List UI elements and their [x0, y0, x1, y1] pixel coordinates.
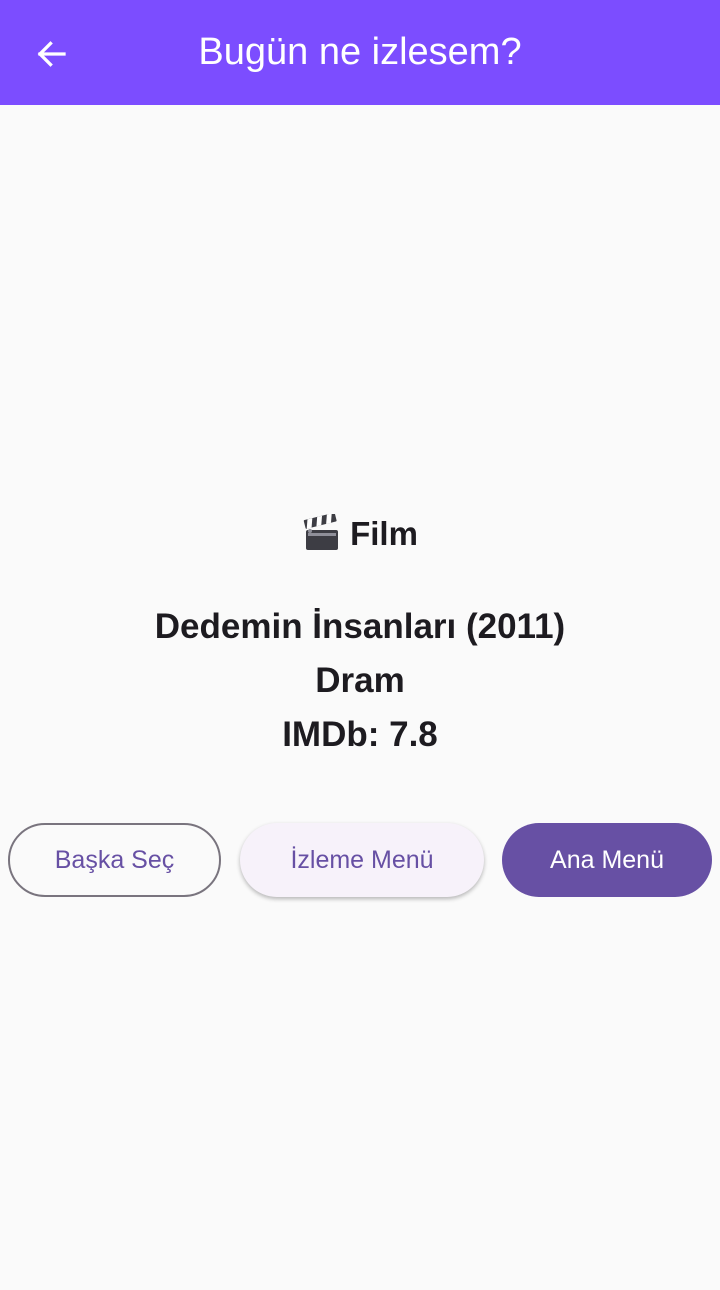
content-type-label: Film [350, 515, 418, 552]
content-type-row: Film [0, 510, 720, 558]
movie-genre: Dram [315, 661, 405, 700]
movie-title: Dedemin İnsanları (2011) [154, 607, 566, 646]
movie-rating: IMDb: 7.8 [282, 715, 438, 754]
main-menu-button[interactable]: Ana Menü [502, 823, 712, 897]
result-panel: Film Dedemin İnsanları (2011) Dram IMDb:… [0, 510, 720, 762]
watch-menu-button[interactable]: İzleme Menü [240, 823, 484, 897]
app-bar: Bugün ne izlesem? [0, 0, 720, 105]
movie-details: Dedemin İnsanları (2011) Dram IMDb: 7.8 [0, 600, 720, 762]
page-title: Bugün ne izlesem? [198, 31, 522, 73]
pick-another-button[interactable]: Başka Seç [8, 823, 221, 897]
clapperboard-icon [303, 514, 339, 550]
action-buttons: Başka Seç İzleme Menü Ana Menü [0, 823, 720, 899]
